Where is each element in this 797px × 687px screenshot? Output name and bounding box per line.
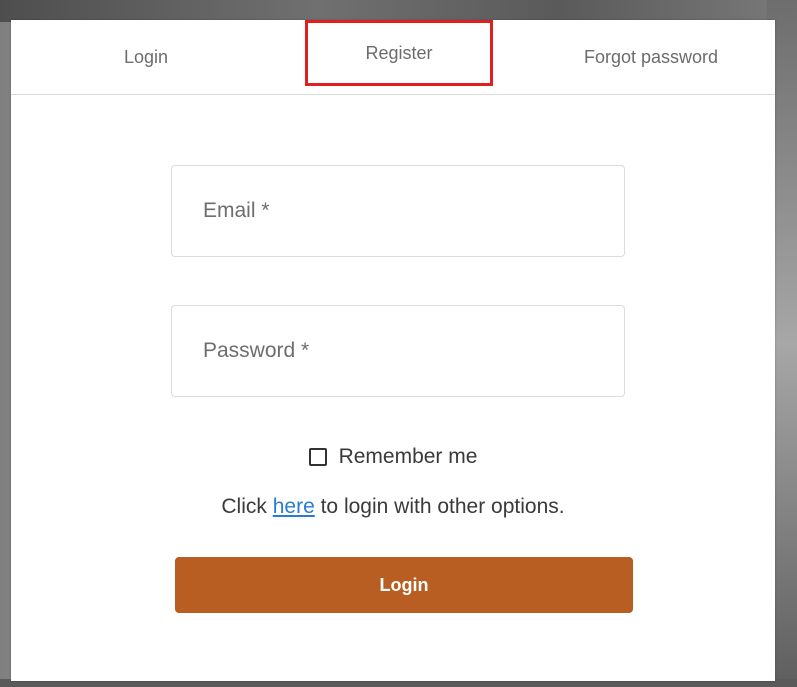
other-options-text: Click here to login with other options. bbox=[11, 495, 775, 519]
login-modal: Login Register Forgot password Email * P… bbox=[11, 20, 775, 681]
other-options-prefix: Click bbox=[221, 495, 273, 518]
email-placeholder: Email * bbox=[203, 199, 270, 222]
login-button-label: Login bbox=[379, 574, 429, 595]
password-field[interactable]: Password * bbox=[171, 305, 625, 397]
tab-forgot-password[interactable]: Forgot password bbox=[551, 20, 751, 94]
login-button[interactable]: Login bbox=[175, 557, 633, 613]
tab-register[interactable]: Register bbox=[305, 20, 493, 86]
tab-forgot-label: Forgot password bbox=[583, 46, 719, 67]
tab-login[interactable]: Login bbox=[81, 20, 211, 94]
email-field[interactable]: Email * bbox=[171, 165, 625, 257]
tab-register-label: Register bbox=[365, 42, 433, 63]
remember-me-checkbox[interactable] bbox=[308, 448, 327, 466]
remember-me-row: Remember me bbox=[11, 445, 775, 469]
other-options-link[interactable]: here bbox=[273, 495, 315, 518]
auth-tabs: Login Register Forgot password bbox=[11, 20, 775, 95]
other-options-suffix: to login with other options. bbox=[314, 495, 565, 518]
remember-me-label: Remember me bbox=[338, 445, 478, 468]
password-placeholder: Password * bbox=[203, 339, 310, 362]
background-top bbox=[0, 0, 797, 22]
tab-login-label: Login bbox=[123, 46, 169, 67]
